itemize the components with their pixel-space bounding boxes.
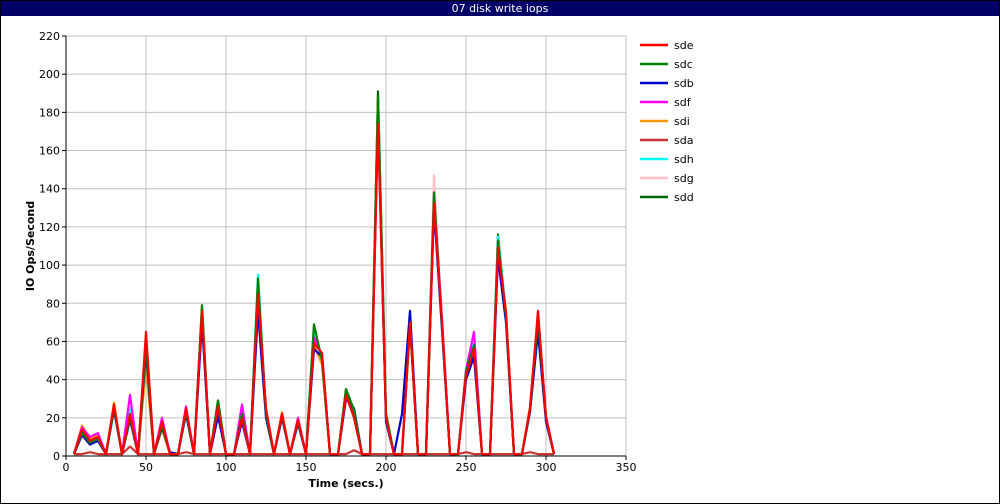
legend-label-sdh: sdh [674,153,694,166]
x-tick-label: 50 [139,461,153,474]
legend-label-sdc: sdc [674,58,693,71]
x-tick-label: 0 [63,461,70,474]
legend-label-sdi: sdi [674,115,690,128]
x-axis-label: Time (secs.) [308,477,383,490]
legend-label-sda: sda [674,134,693,147]
y-tick-label: 80 [46,297,60,310]
y-tick-label: 20 [46,412,60,425]
y-tick-label: 180 [39,106,60,119]
y-axis-label: IO Ops/Second [24,201,37,291]
x-tick-label: 350 [616,461,637,474]
x-tick-label: 200 [376,461,397,474]
x-tick-label: 150 [296,461,317,474]
legend-label-sdf: sdf [674,96,692,109]
chart-frame: 07 disk write iops 0 20 40 60 80 100 120 140 160… [0,0,1000,504]
y-tick-label: 100 [39,259,60,272]
x-tick-label: 100 [216,461,237,474]
y-tick-label: 60 [46,335,60,348]
legend-label-sde: sde [674,39,694,52]
legend-label-sdb: sdb [674,77,694,90]
y-tick-label: 140 [39,183,60,196]
y-tick-label: 120 [39,221,60,234]
line-chart: 0 20 40 60 80 100 120 140 160 180 200 220 0 50 100 150 2… [24,30,694,490]
x-tick-label: 250 [456,461,477,474]
y-tick-label: 160 [39,145,60,158]
y-tick-label: 40 [46,374,60,387]
legend-label-sdd: sdd [674,191,694,204]
legend: sde sdc sdb sdf sdi sda sdh sdg sdd [640,39,694,204]
legend-label-sdg: sdg [674,172,694,185]
y-tick-label: 200 [39,68,60,81]
x-tick-label: 300 [536,461,557,474]
axes [62,35,627,460]
y-tick-label: 0 [53,450,60,463]
y-tick-label: 220 [39,30,60,43]
